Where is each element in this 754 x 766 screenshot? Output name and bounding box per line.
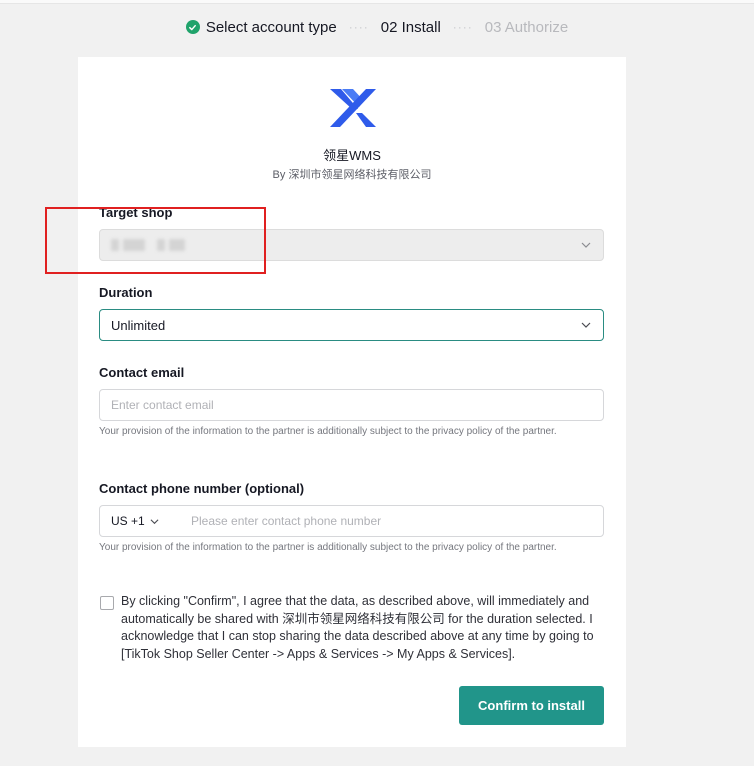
contact-phone-label: Contact phone number (optional) [99, 481, 305, 496]
app-name: 领星WMS [323, 148, 381, 163]
phone-privacy-helper: Your provision of the information to the… [99, 542, 557, 553]
step-select-account-type: Select account type [185, 18, 337, 36]
step-authorize: 03 Authorize [485, 19, 568, 36]
install-stepper: Select account type ···· 02 Install ····… [0, 16, 754, 38]
country-code-select[interactable]: US +1 [111, 514, 191, 528]
install-card: 领星WMS By 深圳市领星网络科技有限公司 Target shop Durat… [78, 57, 626, 747]
chevron-down-icon [581, 322, 591, 328]
duration-value: Unlimited [111, 317, 166, 333]
confirm-install-button[interactable]: Confirm to install [459, 686, 604, 725]
step-2-label: 02 Install [380, 18, 441, 36]
email-placeholder: Enter contact email [111, 398, 214, 412]
duration-label: Duration [99, 285, 153, 300]
consent-text: By clicking "Confirm", I agree that the … [121, 594, 594, 661]
step-1-label: Select account type [205, 18, 337, 36]
consent-checkbox[interactable] [100, 596, 114, 610]
check-circle-icon [185, 20, 200, 34]
contact-phone-field: US +1 Please enter contact phone number [99, 505, 604, 537]
country-code-value: US +1 [111, 514, 145, 528]
email-privacy-helper: Your provision of the information to the… [99, 426, 557, 437]
step-separator: ···· [452, 20, 473, 34]
contact-email-input[interactable]: Enter contact email [99, 389, 604, 421]
annotation-highlight-box [45, 207, 266, 274]
contact-email-label: Contact email [99, 365, 185, 380]
app-developer: By 深圳市领星网络科技有限公司 [272, 169, 432, 181]
phone-number-input[interactable]: Please enter contact phone number [191, 514, 381, 528]
step-install: 02 Install [381, 19, 441, 36]
chevron-down-icon [581, 242, 591, 248]
step-separator: ···· [348, 20, 369, 34]
chevron-down-icon [150, 518, 159, 524]
step-3-label: 03 Authorize [484, 18, 569, 36]
app-logo [330, 89, 376, 127]
duration-select[interactable]: Unlimited [99, 309, 604, 341]
top-border [0, 0, 754, 4]
